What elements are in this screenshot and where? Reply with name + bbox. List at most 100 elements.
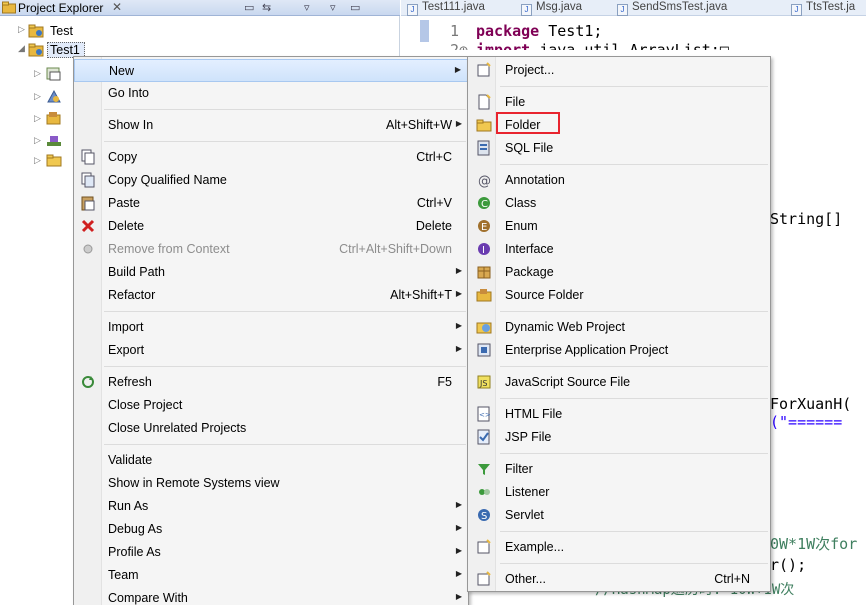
javascript-file-icon: JS — [477, 375, 491, 389]
svg-text:S: S — [481, 511, 487, 522]
editor-tab[interactable]: J TtsTest.ja — [791, 1, 855, 16]
editor-tab[interactable]: J Msg.java — [521, 1, 582, 16]
menu-item-export[interactable]: Export ▶ — [74, 339, 468, 362]
new-menu-item-dynamic-web-project[interactable]: Dynamic Web Project — [468, 316, 770, 339]
menu-item-go-into[interactable]: Go Into — [74, 82, 468, 105]
tree-item-referenced-libraries[interactable]: ▷ — [34, 87, 70, 107]
svg-text:JS: JS — [479, 379, 487, 388]
menu-item-label: Enterprise Application Project — [505, 343, 669, 357]
tree-item-build[interactable]: ▷ — [34, 131, 70, 151]
link-editor-icon[interactable]: ⇆ — [262, 1, 271, 14]
editor-tab[interactable]: J Test111.java — [407, 1, 485, 16]
code-fragment: ForXuanH( — [770, 395, 852, 413]
menu-item-new[interactable]: New ▶ — [74, 59, 468, 82]
menu-item-show-in[interactable]: Show In Alt+Shift+W ▶ — [74, 114, 468, 137]
menu-separator — [104, 311, 466, 312]
view-menu-icon[interactable]: ▿ — [304, 1, 310, 14]
menu-item-label: Source Folder — [505, 288, 584, 302]
new-menu-item-servlet[interactable]: S Servlet — [468, 504, 770, 527]
new-project-icon — [477, 62, 491, 77]
menu-item-close-unrelated-projects[interactable]: Close Unrelated Projects — [74, 417, 468, 440]
new-menu-item-project[interactable]: Project... — [468, 59, 770, 82]
svg-text:E: E — [481, 222, 487, 233]
copy-qualified-name-icon — [81, 172, 95, 188]
new-folder-icon — [476, 119, 492, 132]
new-menu-item-source-folder[interactable]: Source Folder — [468, 284, 770, 307]
tree-item-test[interactable]: ▷ Test — [18, 23, 98, 41]
menu-item-show-in-remote-systems-view[interactable]: Show in Remote Systems view — [74, 472, 468, 495]
menu-item-run-as[interactable]: Run As ▶ — [74, 495, 468, 518]
expand-icon[interactable]: ▷ — [34, 155, 41, 166]
expand-icon[interactable]: ▷ — [34, 113, 41, 124]
menu-item-label: JSP File — [505, 430, 552, 444]
menu-item-debug-as[interactable]: Debug As ▶ — [74, 518, 468, 541]
menu-item-copy[interactable]: Copy Ctrl+C — [74, 146, 468, 169]
expand-icon[interactable]: ▷ — [34, 91, 41, 102]
menu-item-build-path[interactable]: Build Path ▶ — [74, 261, 468, 284]
menu-item-label: Package — [505, 265, 554, 279]
new-menu-item-filter[interactable]: Filter — [468, 458, 770, 481]
new-menu-item-class[interactable]: C Class — [468, 192, 770, 215]
menu-item-label: Refresh — [108, 375, 152, 389]
menu-item-refresh[interactable]: Refresh F5 — [74, 371, 468, 394]
menu-item-copy-qualified-name[interactable]: Copy Qualified Name — [74, 169, 468, 192]
code-line-1[interactable]: package Test1; — [476, 22, 602, 40]
new-menu-item-sql-file[interactable]: SQL File — [468, 137, 770, 160]
editor-tab[interactable]: J SendSmsTest.java — [617, 1, 727, 16]
new-menu-item-enum[interactable]: E Enum — [468, 215, 770, 238]
tree-item-folder[interactable]: ▷ — [34, 151, 70, 171]
collapse-icon[interactable]: ◢ — [18, 43, 28, 54]
new-menu-item-file[interactable]: File — [468, 91, 770, 114]
collapse-all-icon[interactable]: ▭ — [244, 1, 254, 14]
expand-icon[interactable]: ▷ — [34, 135, 41, 146]
maximize-icon[interactable]: ▭ — [350, 1, 360, 14]
menu-item-compare-with[interactable]: Compare With ▶ — [74, 587, 468, 605]
menu-item-delete[interactable]: Delete Delete — [74, 215, 468, 238]
new-menu-item-example[interactable]: Example... — [468, 536, 770, 559]
delete-icon — [81, 219, 95, 233]
expand-icon[interactable]: ▷ — [34, 68, 41, 79]
jsp-file-icon — [477, 429, 490, 445]
new-file-icon — [478, 94, 491, 110]
interface-icon: I — [478, 243, 490, 256]
remove-context-icon — [83, 244, 93, 254]
tree-item-jre-library[interactable]: ▷ — [34, 64, 70, 84]
current-line-marker — [420, 20, 429, 42]
project-explorer-tab[interactable]: Project Explorer ✕ ▭ ⇆ ▿ ▿ ▭ — [0, 0, 400, 16]
jre-library-icon — [46, 67, 61, 81]
menu-item-label: Delete — [108, 219, 145, 233]
submenu-arrow-icon: ▶ — [455, 500, 462, 509]
close-icon[interactable]: ✕ — [112, 0, 122, 14]
tree-item-source[interactable]: ▷ — [34, 109, 70, 129]
new-menu-item-annotation[interactable]: @ Annotation — [468, 169, 770, 192]
menu-item-paste[interactable]: Paste Ctrl+V — [74, 192, 468, 215]
enterprise-app-project-icon — [477, 343, 491, 357]
minimize-icon[interactable]: ▿ — [330, 1, 336, 14]
svg-text:I: I — [482, 245, 485, 256]
html-file-icon: <> — [477, 406, 491, 422]
new-menu-item-interface[interactable]: I Interface — [468, 238, 770, 261]
menu-item-import[interactable]: Import ▶ — [74, 316, 468, 339]
menu-item-close-project[interactable]: Close Project — [74, 394, 468, 417]
new-menu-item-listener[interactable]: Listener — [468, 481, 770, 504]
submenu-arrow-icon: ▶ — [454, 65, 461, 74]
menu-item-profile-as[interactable]: Profile As ▶ — [74, 541, 468, 564]
new-menu-item-other[interactable]: Other... Ctrl+N — [468, 568, 770, 591]
java-project-icon — [28, 43, 44, 57]
expand-icon[interactable]: ▷ — [18, 24, 28, 35]
menu-item-remove-from-context[interactable]: Remove from Context Ctrl+Alt+Shift+Down — [74, 238, 468, 261]
new-menu-item-javascript-source-file[interactable]: JS JavaScript Source File — [468, 371, 770, 394]
submenu-arrow-icon: ▶ — [455, 546, 462, 555]
menu-item-team[interactable]: Team ▶ — [74, 564, 468, 587]
new-menu-item-enterprise-application-project[interactable]: Enterprise Application Project — [468, 339, 770, 362]
new-menu-item-jsp-file[interactable]: JSP File — [468, 426, 770, 449]
menu-separator — [500, 531, 768, 532]
menu-separator — [104, 444, 466, 445]
menu-item-validate[interactable]: Validate — [74, 449, 468, 472]
editor-tab-label: TtsTest.ja — [806, 1, 856, 13]
new-menu-item-package[interactable]: Package — [468, 261, 770, 284]
menu-item-refactor[interactable]: Refactor Alt+Shift+T ▶ — [74, 284, 468, 307]
menu-item-label: Filter — [505, 462, 533, 476]
new-menu-item-html-file[interactable]: <> HTML File — [468, 403, 770, 426]
java-file-icon: J — [521, 4, 532, 16]
